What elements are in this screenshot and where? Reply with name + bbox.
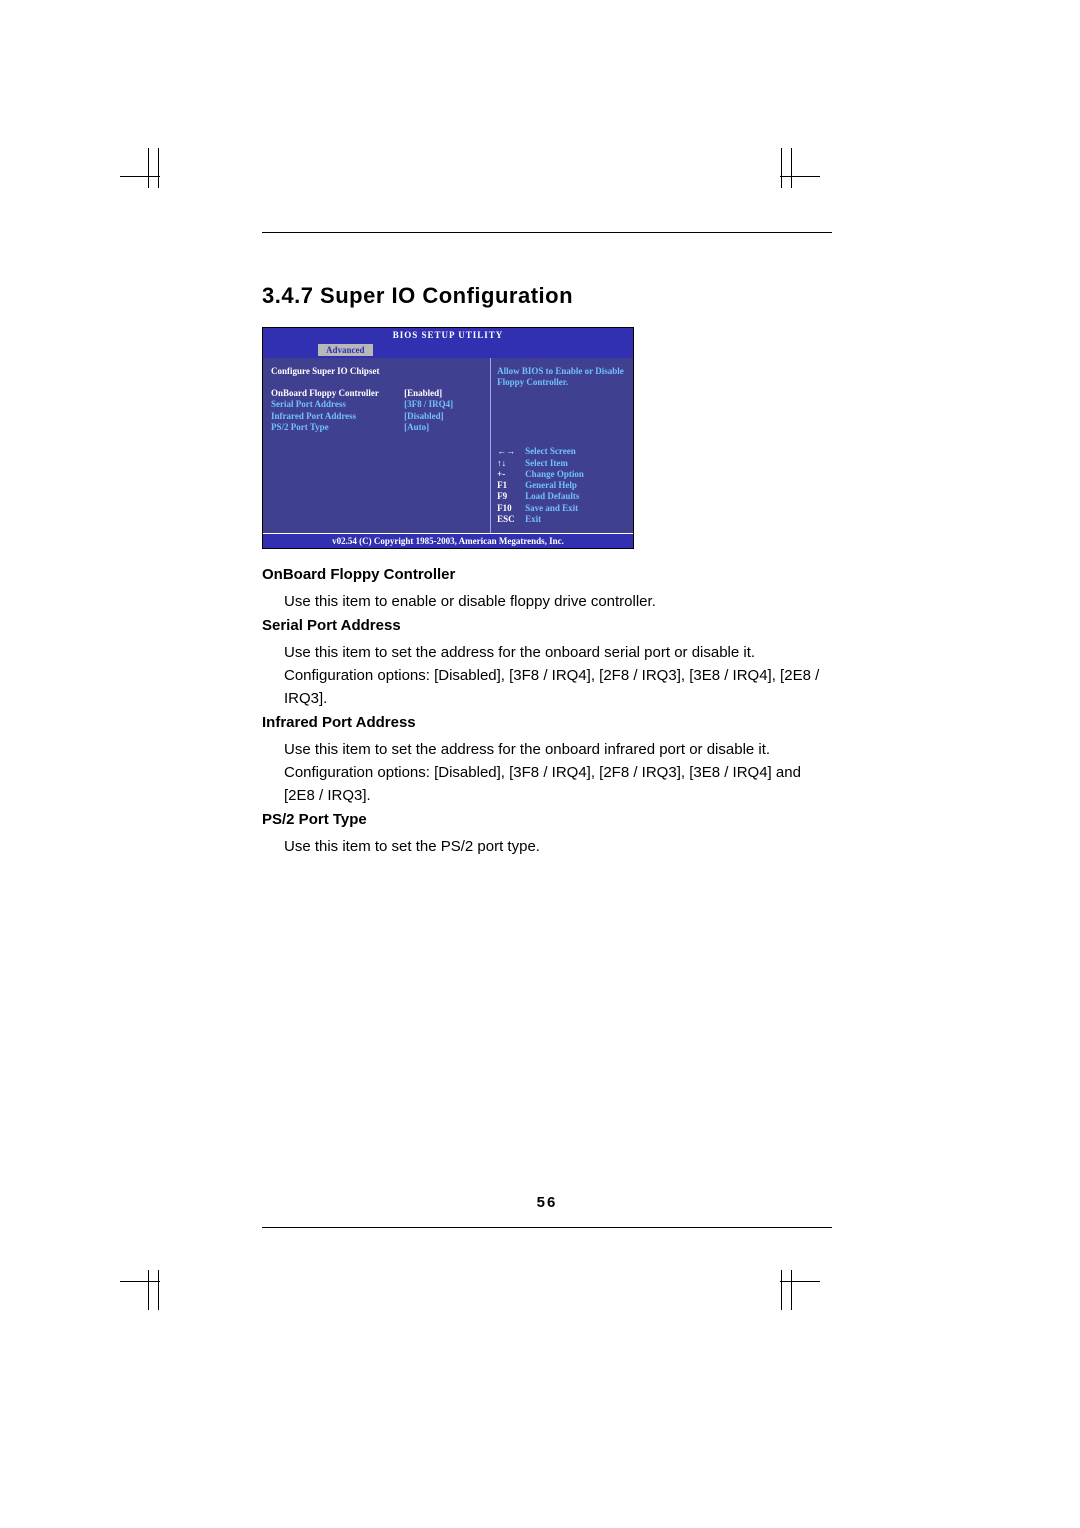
page-content: 3.4.7 Super IO Configuration BIOS SETUP … xyxy=(262,232,832,1228)
bios-footer-copyright: v02.54 (C) Copyright 1985-2003, American… xyxy=(263,533,633,548)
bios-settings-panel: Configure Super IO Chipset OnBoard Flopp… xyxy=(263,358,490,533)
bios-setting-value: [3F8 / IRQ4] xyxy=(404,399,486,410)
setting-desc-body: Use this item to set the address for the… xyxy=(284,641,832,711)
bios-key-row: F9Load Defaults xyxy=(497,491,629,502)
bios-setting-row[interactable]: OnBoard Floppy Controller[Enabled] xyxy=(271,388,486,399)
bios-key: F1 xyxy=(497,480,525,491)
bios-key-row: F1General Help xyxy=(497,480,629,491)
bios-key-desc: Save and Exit xyxy=(525,503,578,513)
bios-key: F9 xyxy=(497,491,525,502)
bios-key-row: F10Save and Exit xyxy=(497,503,629,514)
bios-setting-value: [Auto] xyxy=(404,422,486,433)
crop-mark xyxy=(120,1270,160,1310)
bios-key-desc: Select Item xyxy=(525,458,568,468)
setting-desc-title: Infrared Port Address xyxy=(262,711,832,734)
bios-setting-row[interactable]: PS/2 Port Type[Auto] xyxy=(271,422,486,433)
setting-descriptions: OnBoard Floppy Controller Use this item t… xyxy=(262,563,832,858)
bios-key-row: ←→Select Screen xyxy=(497,446,629,457)
bios-key-desc: Change Option xyxy=(525,469,584,479)
bios-key: ESC xyxy=(497,514,525,525)
crop-mark xyxy=(120,148,160,188)
bios-key-row: ESCExit xyxy=(497,514,629,525)
bios-setting-label: Infrared Port Address xyxy=(271,411,404,422)
bios-key-desc: Select Screen xyxy=(525,446,576,456)
bios-setting-row[interactable]: Serial Port Address[3F8 / IRQ4] xyxy=(271,399,486,410)
bios-key: ←→ xyxy=(497,446,525,457)
bios-key-desc: General Help xyxy=(525,480,577,490)
bios-tab-bar: Advanced xyxy=(263,342,633,358)
bios-screenshot: BIOS SETUP UTILITY Advanced Configure Su… xyxy=(262,327,634,549)
crop-mark xyxy=(780,148,820,188)
bios-help-panel: Allow BIOS to Enable or Disable Floppy C… xyxy=(490,358,633,533)
bios-key: ↑↓ xyxy=(497,458,525,469)
crop-mark xyxy=(780,1270,820,1310)
setting-desc-body: Use this item to set the address for the… xyxy=(284,738,832,808)
bios-panel-title: Configure Super IO Chipset xyxy=(271,366,486,376)
bios-setting-row[interactable]: Infrared Port Address[Disabled] xyxy=(271,411,486,422)
bios-setting-value: [Disabled] xyxy=(404,411,486,422)
section-heading: 3.4.7 Super IO Configuration xyxy=(262,283,832,309)
bios-key-legend: ←→Select Screen↑↓Select Item+-Change Opt… xyxy=(497,446,629,525)
bios-key-desc: Exit xyxy=(525,514,541,524)
setting-desc-body: Use this item to set the PS/2 port type. xyxy=(284,835,832,858)
bios-setting-label: PS/2 Port Type xyxy=(271,422,404,433)
bios-key-desc: Load Defaults xyxy=(525,491,579,501)
setting-desc-title: OnBoard Floppy Controller xyxy=(262,563,832,586)
page-number: 56 xyxy=(262,1194,832,1211)
setting-desc-body: Use this item to enable or disable flopp… xyxy=(284,590,832,613)
setting-desc-title: PS/2 Port Type xyxy=(262,808,832,831)
bios-key: +- xyxy=(497,469,525,480)
bios-key-row: ↑↓Select Item xyxy=(497,458,629,469)
bios-key: F10 xyxy=(497,503,525,514)
bios-tab-advanced[interactable]: Advanced xyxy=(318,344,373,356)
bios-window-title: BIOS SETUP UTILITY xyxy=(263,328,633,342)
bios-setting-value: [Enabled] xyxy=(404,388,486,399)
bios-key-row: +-Change Option xyxy=(497,469,629,480)
bios-help-text: Allow BIOS to Enable or Disable Floppy C… xyxy=(497,366,629,389)
bios-setting-label: OnBoard Floppy Controller xyxy=(271,388,404,399)
setting-desc-title: Serial Port Address xyxy=(262,614,832,637)
bios-setting-label: Serial Port Address xyxy=(271,399,404,410)
